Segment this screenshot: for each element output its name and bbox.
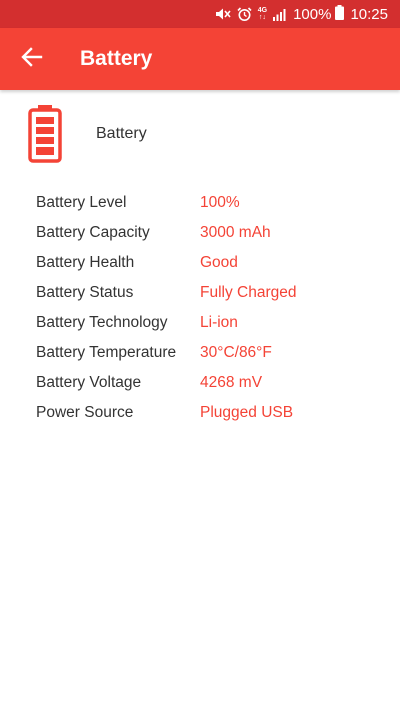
info-value: 30°C/86°F xyxy=(200,344,272,361)
info-row-battery-technology: Battery Technology Li-ion xyxy=(36,308,376,338)
status-icons: 4G ↑↓ xyxy=(215,6,287,22)
battery-info-list: Battery Level 100% Battery Capacity 3000… xyxy=(36,188,376,428)
info-label: Battery Health xyxy=(36,254,135,271)
battery-percent-text: 100% xyxy=(293,5,332,23)
info-row-battery-temperature: Battery Temperature 30°C/86°F xyxy=(36,338,376,368)
mute-icon xyxy=(215,7,231,21)
status-bar: 4G ↑↓ 100% 10:25 xyxy=(0,0,400,28)
back-button[interactable] xyxy=(18,45,46,73)
info-value: Li-ion xyxy=(200,314,238,331)
info-row-battery-capacity: Battery Capacity 3000 mAh xyxy=(36,218,376,248)
info-label: Battery Voltage xyxy=(36,374,142,391)
info-value: 100% xyxy=(200,194,240,211)
info-row-battery-level: Battery Level 100% xyxy=(36,188,376,218)
battery-status-icon xyxy=(335,4,345,24)
status-time: 10:25 xyxy=(350,5,388,23)
info-row-battery-health: Battery Health Good xyxy=(36,248,376,278)
info-value: Good xyxy=(200,254,238,271)
battery-full-icon xyxy=(28,105,62,163)
info-label: Battery Level xyxy=(36,194,127,211)
info-label: Power Source xyxy=(36,404,134,421)
page-title: Battery xyxy=(80,47,153,70)
network-activity-label: ↑↓ xyxy=(258,14,266,21)
info-label: Battery Technology xyxy=(36,314,168,331)
network-type-label: 4G xyxy=(257,7,268,14)
info-label: Battery Status xyxy=(36,284,134,301)
signal-icon xyxy=(273,8,287,21)
info-value: 3000 mAh xyxy=(200,224,271,241)
info-value: Plugged USB xyxy=(200,404,294,421)
alarm-icon xyxy=(237,6,252,22)
info-label: Battery Capacity xyxy=(36,224,150,241)
arrow-back-icon xyxy=(21,46,43,73)
info-value: Fully Charged xyxy=(200,284,297,301)
info-row-power-source: Power Source Plugged USB xyxy=(36,398,376,428)
info-value: 4268 mV xyxy=(200,374,263,391)
info-label: Battery Temperature xyxy=(36,344,177,361)
info-row-battery-status: Battery Status Fully Charged xyxy=(36,278,376,308)
network-4g-icon: 4G ↑↓ xyxy=(258,7,267,21)
battery-header-label: Battery xyxy=(96,125,147,142)
battery-header: Battery xyxy=(0,104,400,164)
info-row-battery-voltage: Battery Voltage 4268 mV xyxy=(36,368,376,398)
app-bar: Battery xyxy=(0,28,400,90)
